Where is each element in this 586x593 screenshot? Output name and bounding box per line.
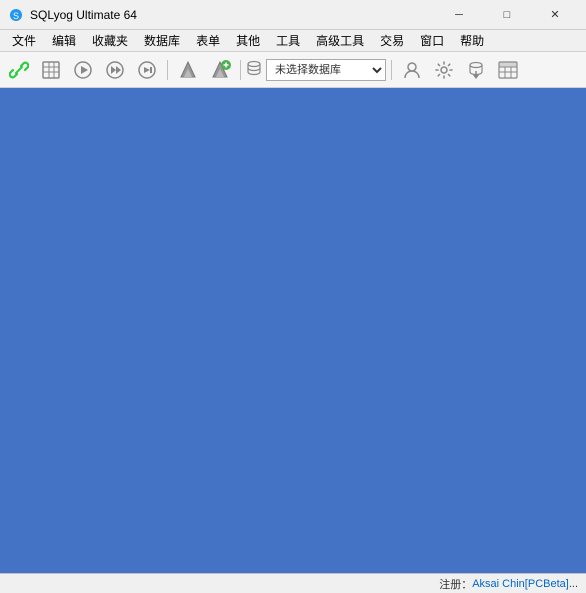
menu-other[interactable]: 其他	[228, 30, 268, 51]
settings-button[interactable]	[429, 56, 459, 84]
status-text: 注册：	[439, 576, 472, 592]
main-content-area	[0, 88, 586, 573]
menu-table[interactable]: 表单	[188, 30, 228, 51]
status-bar: 注册： Aksai Chin[PCBeta] ...	[0, 573, 586, 593]
stop-button[interactable]	[132, 56, 162, 84]
app-icon: S	[8, 7, 24, 23]
table-data-button[interactable]	[493, 56, 523, 84]
menu-tools[interactable]: 工具	[268, 30, 308, 51]
database-select[interactable]: 未选择数据库	[266, 59, 386, 81]
minimize-button[interactable]: ─	[436, 0, 482, 30]
maximize-button[interactable]: □	[484, 0, 530, 30]
menu-help[interactable]: 帮助	[452, 30, 492, 51]
execute-all-button[interactable]	[100, 56, 130, 84]
separator-2	[240, 60, 241, 80]
svg-text:S: S	[13, 11, 19, 21]
connect-button[interactable]	[4, 56, 34, 84]
registration-link[interactable]: Aksai Chin[PCBeta]	[472, 578, 569, 590]
status-suffix: ...	[569, 578, 578, 590]
new-query-button[interactable]	[36, 56, 66, 84]
title-bar: S SQLyog Ultimate 64 ─ □ ✕	[0, 0, 586, 30]
menu-advanced-tools[interactable]: 高级工具	[308, 30, 372, 51]
menu-transaction[interactable]: 交易	[372, 30, 412, 51]
separator-1	[167, 60, 168, 80]
database-selector[interactable]: 未选择数据库	[246, 59, 386, 81]
menu-bar: 文件 编辑 收藏夹 数据库 表单 其他 工具 高级工具 交易 窗口 帮助	[0, 30, 586, 52]
window-controls: ─ □ ✕	[436, 0, 578, 30]
menu-favorites[interactable]: 收藏夹	[84, 30, 136, 51]
create-schema-button[interactable]	[205, 56, 235, 84]
window-title: SQLyog Ultimate 64	[30, 8, 436, 22]
separator-3	[391, 60, 392, 80]
user-manager-button[interactable]	[397, 56, 427, 84]
toolbar: 未选择数据库	[0, 52, 586, 88]
schema-button[interactable]	[173, 56, 203, 84]
db-icon	[246, 60, 262, 79]
import-button[interactable]	[461, 56, 491, 84]
menu-file[interactable]: 文件	[4, 30, 44, 51]
menu-edit[interactable]: 编辑	[44, 30, 84, 51]
menu-database[interactable]: 数据库	[136, 30, 188, 51]
execute-button[interactable]	[68, 56, 98, 84]
close-button[interactable]: ✕	[532, 0, 578, 30]
menu-window[interactable]: 窗口	[412, 30, 452, 51]
